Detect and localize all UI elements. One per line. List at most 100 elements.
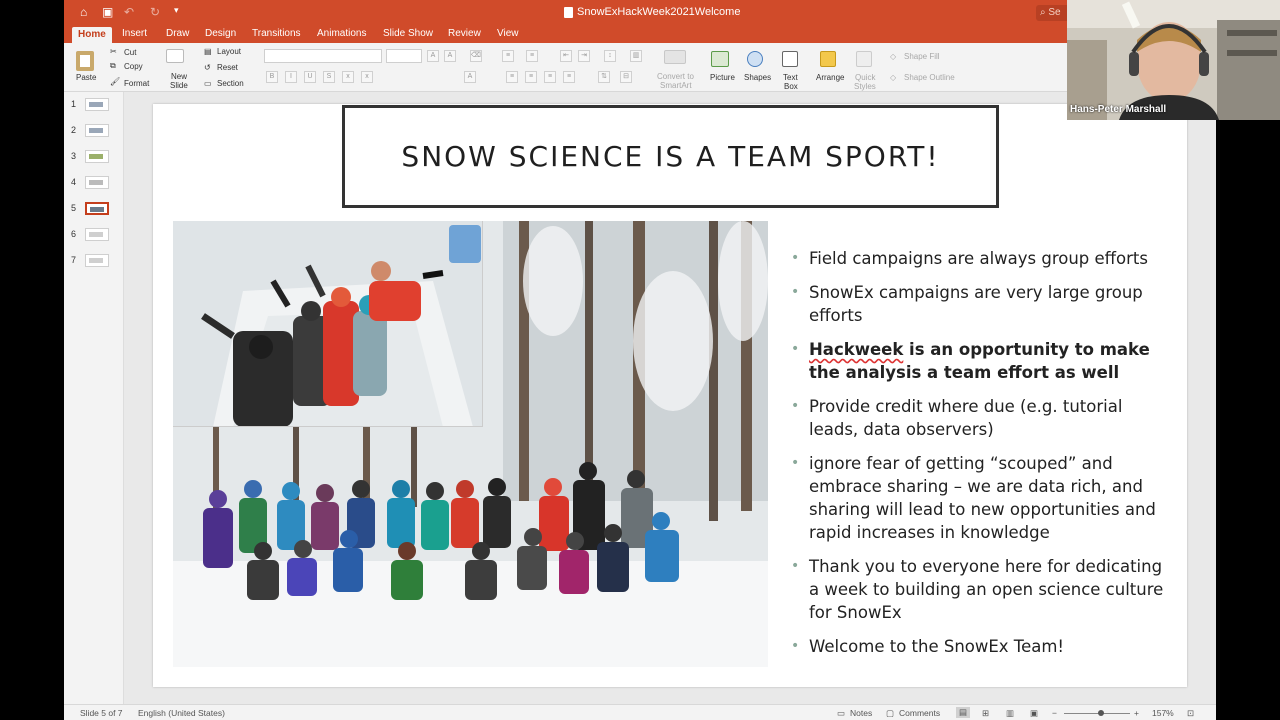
justify-icon[interactable]: ≡ [563, 71, 575, 83]
thumbnail-image[interactable] [85, 150, 109, 163]
title-placeholder[interactable]: SNOW SCIENCE IS A TEAM SPORT! [342, 105, 999, 208]
superscript-icon[interactable]: x [342, 71, 354, 83]
fit-to-window-icon[interactable]: ⊡ [1187, 708, 1194, 719]
text-box-label-1[interactable]: Text [783, 73, 798, 82]
align-center-icon[interactable]: ≡ [525, 71, 537, 83]
reading-view-icon[interactable]: ▥ [1006, 708, 1014, 719]
align-left-icon[interactable]: ≡ [506, 71, 518, 83]
undo-icon[interactable]: ↶ [124, 5, 134, 19]
layout-button[interactable]: Layout [217, 47, 241, 56]
copy-button[interactable]: Copy [124, 62, 143, 71]
home-icon[interactable]: ⌂ [80, 5, 87, 19]
quick-styles-label-1[interactable]: Quick [855, 73, 875, 82]
convert-smartart-icon[interactable] [664, 50, 686, 64]
zoom-slider-handle[interactable] [1098, 710, 1104, 716]
font-name-field[interactable] [264, 49, 382, 63]
convert-smartart-label-2[interactable]: SmartArt [660, 81, 692, 90]
slide[interactable]: SNOW SCIENCE IS A TEAM SPORT! • Field ca… [153, 104, 1187, 687]
thumbnail-slide-4[interactable]: 4 [64, 174, 124, 192]
cut-icon[interactable]: ✂ [110, 47, 117, 56]
thumbnail-slide-1[interactable]: 1 [64, 96, 124, 114]
italic-icon[interactable]: I [285, 71, 297, 83]
thumbnail-slide-5[interactable]: 5 [64, 200, 124, 218]
text-direction-icon[interactable]: ⇅ [598, 71, 610, 83]
shapes-button[interactable]: Shapes [744, 73, 771, 82]
increase-indent-icon[interactable]: ⇥ [578, 50, 590, 62]
quick-styles-icon[interactable] [856, 51, 872, 67]
font-color-icon[interactable]: A [464, 71, 476, 83]
shape-outline-button[interactable]: Shape Outline [904, 73, 955, 82]
thumbnail-slide-2[interactable]: 2 [64, 122, 124, 140]
clear-format-icon[interactable]: ⌫ [470, 50, 482, 62]
paste-icon[interactable] [76, 51, 94, 71]
thumbnail-image[interactable] [85, 124, 109, 137]
picture-icon[interactable] [711, 51, 729, 67]
new-slide-label-1[interactable]: New [171, 72, 187, 81]
underline-icon[interactable]: U [304, 71, 316, 83]
new-slide-icon[interactable] [166, 49, 184, 63]
tab-view[interactable]: View [497, 28, 519, 39]
arrange-icon[interactable] [820, 51, 836, 67]
tab-draw[interactable]: Draw [166, 28, 189, 39]
decrease-indent-icon[interactable]: ⇤ [560, 50, 572, 62]
quick-styles-label-2[interactable]: Styles [854, 82, 876, 91]
bullet-list[interactable]: Field campaigns are always group efforts… [791, 247, 1171, 669]
text-box-icon[interactable] [782, 51, 798, 67]
save-icon[interactable]: ▣ [102, 5, 113, 19]
normal-view-icon[interactable]: ▤ [956, 707, 971, 718]
text-box-label-2[interactable]: Box [784, 82, 798, 91]
notes-icon[interactable]: ▭ [837, 708, 845, 719]
font-size-field[interactable] [386, 49, 422, 63]
reset-button[interactable]: Reset [217, 63, 238, 72]
tab-review[interactable]: Review [448, 28, 481, 39]
thumbnail-slide-7[interactable]: 7 [64, 252, 124, 270]
new-slide-label-2[interactable]: Slide [170, 81, 188, 90]
thumbnail-image[interactable] [85, 98, 109, 111]
numbering-icon[interactable]: ≡ [526, 50, 538, 62]
copy-icon[interactable]: ⧉ [110, 61, 116, 71]
format-painter-icon[interactable]: 🖌 [110, 77, 120, 86]
paste-button[interactable]: Paste [76, 73, 96, 82]
section-button[interactable]: Section [217, 79, 244, 88]
thumbnail-image-selected[interactable] [85, 202, 109, 215]
arrange-button[interactable]: Arrange [816, 73, 844, 82]
line-spacing-icon[interactable]: ↕ [604, 50, 616, 62]
picture-button[interactable]: Picture [710, 73, 735, 82]
strikethrough-icon[interactable]: S [323, 71, 335, 83]
tab-transitions[interactable]: Transitions [252, 28, 301, 39]
cut-button[interactable]: Cut [124, 48, 136, 57]
zoom-level[interactable]: 157% [1152, 708, 1174, 718]
snow-pit-photo[interactable] [173, 221, 483, 427]
align-right-icon[interactable]: ≡ [544, 71, 556, 83]
bullets-icon[interactable]: ≡ [502, 50, 514, 62]
increase-font-icon[interactable]: A [427, 50, 439, 62]
thumbnail-image[interactable] [85, 254, 109, 267]
redo-icon[interactable]: ↻ [150, 5, 160, 19]
zoom-slider[interactable] [1064, 713, 1130, 714]
decrease-font-icon[interactable]: A [444, 50, 456, 62]
slide-sorter-icon[interactable]: ⊞ [982, 708, 989, 719]
slideshow-view-icon[interactable]: ▣ [1030, 708, 1038, 719]
language-indicator[interactable]: English (United States) [138, 708, 225, 718]
comments-button[interactable]: Comments [899, 708, 940, 718]
columns-icon[interactable]: ▥ [630, 50, 642, 62]
subscript-icon[interactable]: x [361, 71, 373, 83]
shapes-icon[interactable] [747, 51, 763, 67]
customize-toolbar-icon[interactable]: ▾ [174, 5, 179, 16]
tab-design[interactable]: Design [205, 28, 236, 39]
convert-smartart-label-1[interactable]: Convert to [657, 72, 694, 81]
shape-fill-button[interactable]: Shape Fill [904, 52, 940, 61]
tab-insert[interactable]: Insert [122, 28, 147, 39]
thumbnail-slide-3[interactable]: 3 [64, 148, 124, 166]
thumbnail-slide-6[interactable]: 6 [64, 226, 124, 244]
participant-video[interactable]: Hans-Peter Marshall [1067, 0, 1280, 120]
tab-home[interactable]: Home [72, 27, 112, 43]
thumbnail-image[interactable] [85, 176, 109, 189]
zoom-out-icon[interactable]: − [1052, 708, 1057, 718]
format-painter-button[interactable]: Format [124, 79, 149, 88]
notes-button[interactable]: Notes [850, 708, 872, 718]
zoom-in-icon[interactable]: + [1134, 708, 1139, 718]
comments-icon[interactable]: ▢ [886, 708, 894, 719]
thumbnail-image[interactable] [85, 228, 109, 241]
bold-icon[interactable]: B [266, 71, 278, 83]
